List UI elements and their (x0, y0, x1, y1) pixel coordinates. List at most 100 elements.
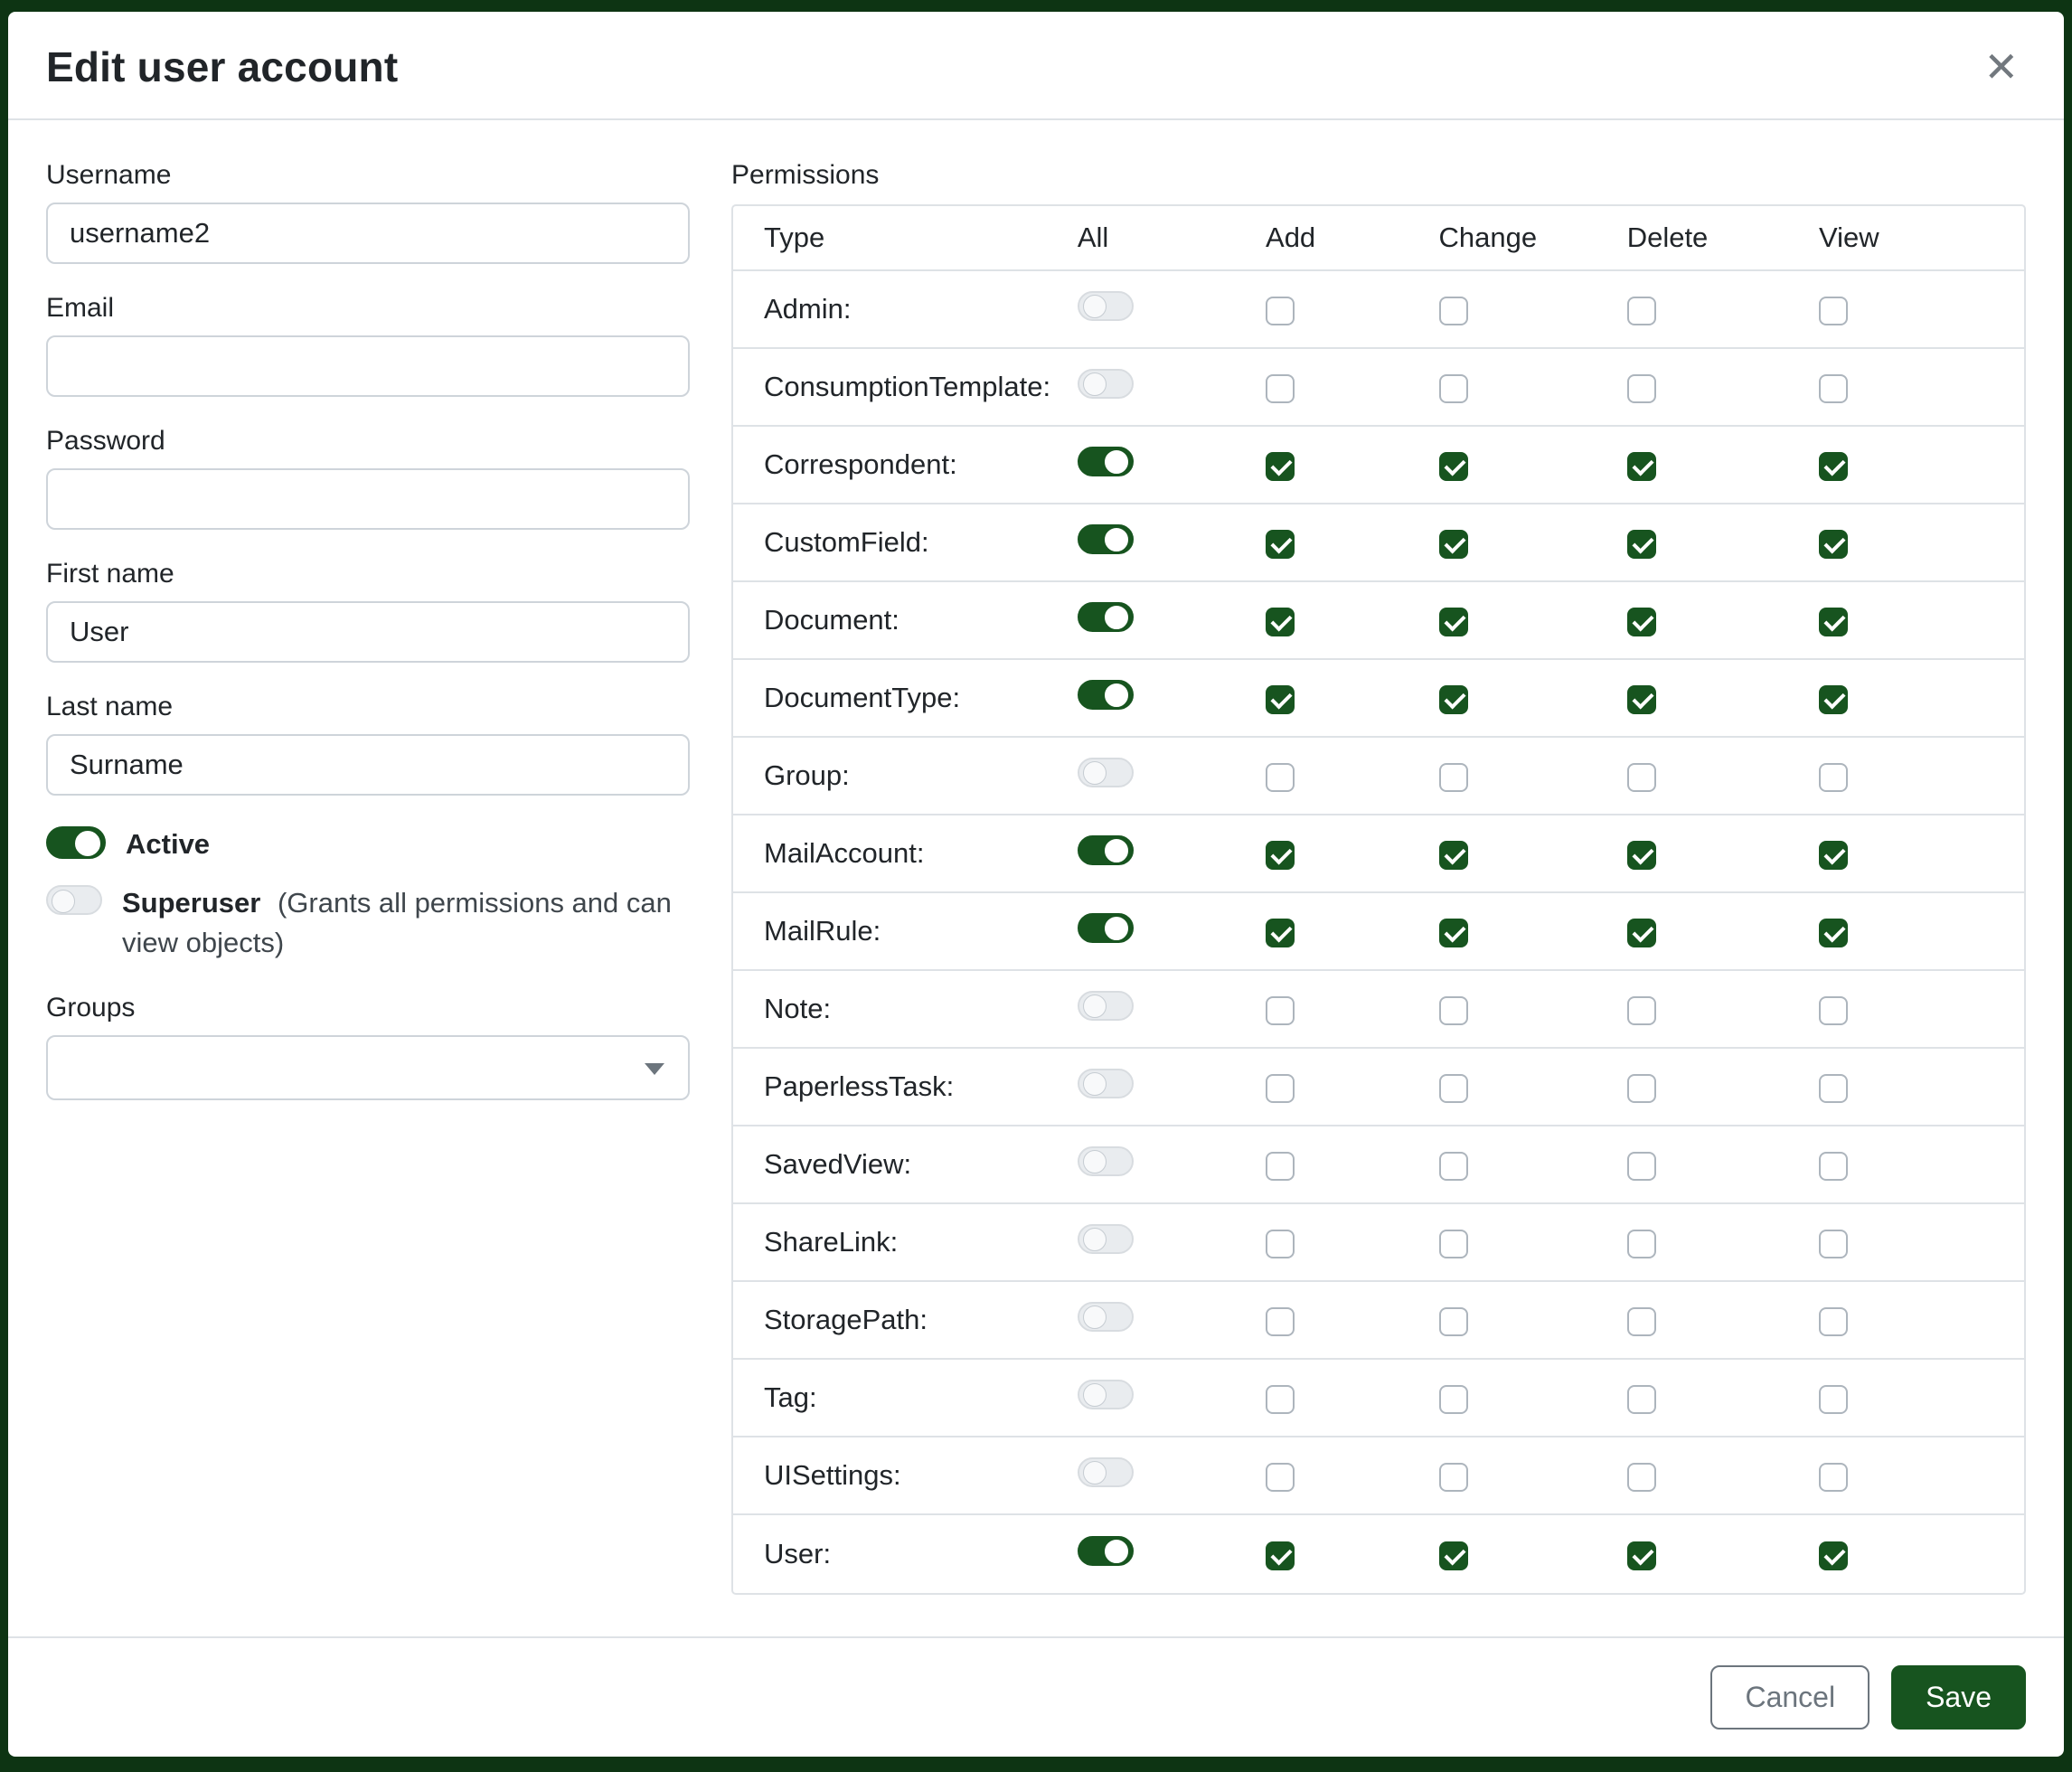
permission-view-checkbox[interactable] (1819, 608, 1848, 636)
permission-add-checkbox[interactable] (1266, 685, 1295, 714)
permission-add-checkbox[interactable] (1266, 1385, 1295, 1414)
permission-change-checkbox[interactable] (1439, 530, 1468, 559)
last-name-field[interactable] (46, 734, 690, 796)
permission-view-checkbox[interactable] (1819, 919, 1848, 947)
permission-add-checkbox[interactable] (1266, 1541, 1295, 1570)
permission-view-checkbox[interactable] (1819, 1230, 1848, 1258)
permission-view-checkbox[interactable] (1819, 1307, 1848, 1336)
permission-all-toggle[interactable] (1078, 913, 1134, 943)
permission-add-checkbox[interactable] (1266, 919, 1295, 947)
permission-change-checkbox[interactable] (1439, 608, 1468, 636)
chevron-down-icon (645, 1063, 664, 1075)
first-name-field[interactable] (46, 601, 690, 663)
permission-delete-checkbox[interactable] (1627, 1152, 1656, 1181)
permission-add-checkbox[interactable] (1266, 1152, 1295, 1181)
permission-add-checkbox[interactable] (1266, 1463, 1295, 1492)
permission-change-checkbox[interactable] (1439, 1307, 1468, 1336)
permission-add-checkbox[interactable] (1266, 1230, 1295, 1258)
permission-view-checkbox[interactable] (1819, 1074, 1848, 1103)
username-input[interactable] (46, 203, 690, 264)
permission-view-checkbox[interactable] (1819, 530, 1848, 559)
permission-view-checkbox[interactable] (1819, 1385, 1848, 1414)
permission-add-checkbox[interactable] (1266, 841, 1295, 870)
permission-view-checkbox[interactable] (1819, 685, 1848, 714)
permission-delete-checkbox[interactable] (1627, 297, 1656, 325)
permission-change-checkbox[interactable] (1439, 1385, 1468, 1414)
permission-change-checkbox[interactable] (1439, 1152, 1468, 1181)
permission-add-checkbox[interactable] (1266, 608, 1295, 636)
permission-view-checkbox[interactable] (1819, 1152, 1848, 1181)
permission-row: Correspondent: (733, 427, 2024, 504)
permission-all-toggle[interactable] (1078, 1302, 1134, 1332)
permission-all-toggle[interactable] (1078, 1069, 1134, 1098)
groups-select[interactable] (46, 1035, 690, 1100)
permission-delete-checkbox[interactable] (1627, 1230, 1656, 1258)
permissions-rows: Admin:ConsumptionTemplate:Correspondent:… (733, 271, 2024, 1593)
permission-change-checkbox[interactable] (1439, 1541, 1468, 1570)
permission-add-checkbox[interactable] (1266, 763, 1295, 792)
permission-change-checkbox[interactable] (1439, 374, 1468, 403)
permission-change-checkbox[interactable] (1439, 919, 1468, 947)
permission-all-toggle[interactable] (1078, 1457, 1134, 1487)
permission-all-toggle[interactable] (1078, 1380, 1134, 1409)
permission-add-checkbox[interactable] (1266, 297, 1295, 325)
permission-view-checkbox[interactable] (1819, 841, 1848, 870)
permission-delete-checkbox[interactable] (1627, 1385, 1656, 1414)
permission-view-checkbox[interactable] (1819, 374, 1848, 403)
permission-add-checkbox[interactable] (1266, 530, 1295, 559)
permission-all-toggle[interactable] (1078, 1224, 1134, 1254)
permission-delete-checkbox[interactable] (1627, 1074, 1656, 1103)
permission-delete-checkbox[interactable] (1627, 1463, 1656, 1492)
permission-delete-checkbox[interactable] (1627, 452, 1656, 481)
permission-add-checkbox[interactable] (1266, 374, 1295, 403)
permission-change-checkbox[interactable] (1439, 452, 1468, 481)
permission-delete-checkbox[interactable] (1627, 608, 1656, 636)
permission-change-checkbox[interactable] (1439, 685, 1468, 714)
save-button[interactable]: Save (1891, 1665, 2026, 1730)
permission-all-toggle[interactable] (1078, 1146, 1134, 1176)
modal-body: Username Email Password First name Last (8, 120, 2064, 1636)
permission-change-checkbox[interactable] (1439, 297, 1468, 325)
permission-view-checkbox[interactable] (1819, 1541, 1848, 1570)
permission-all-toggle[interactable] (1078, 291, 1134, 321)
permission-add-checkbox[interactable] (1266, 452, 1295, 481)
permission-add-checkbox[interactable] (1266, 1074, 1295, 1103)
permission-change-checkbox[interactable] (1439, 1074, 1468, 1103)
permission-change-checkbox[interactable] (1439, 841, 1468, 870)
permission-all-toggle[interactable] (1078, 680, 1134, 710)
permission-delete-checkbox[interactable] (1627, 1541, 1656, 1570)
permission-view-checkbox[interactable] (1819, 1463, 1848, 1492)
permission-delete-checkbox[interactable] (1627, 841, 1656, 870)
permission-change-checkbox[interactable] (1439, 996, 1468, 1025)
permission-all-toggle[interactable] (1078, 602, 1134, 632)
permission-all-toggle[interactable] (1078, 1536, 1134, 1566)
permission-delete-checkbox[interactable] (1627, 1307, 1656, 1336)
superuser-toggle[interactable] (46, 885, 102, 915)
permission-all-toggle[interactable] (1078, 758, 1134, 787)
active-toggle[interactable] (46, 826, 106, 859)
permission-all-toggle[interactable] (1078, 447, 1134, 476)
permission-change-checkbox[interactable] (1439, 1230, 1468, 1258)
permission-delete-checkbox[interactable] (1627, 530, 1656, 559)
permission-view-checkbox[interactable] (1819, 452, 1848, 481)
permission-change-checkbox[interactable] (1439, 763, 1468, 792)
permission-delete-checkbox[interactable] (1627, 763, 1656, 792)
permission-all-toggle[interactable] (1078, 524, 1134, 554)
permission-delete-checkbox[interactable] (1627, 685, 1656, 714)
permission-all-toggle[interactable] (1078, 991, 1134, 1021)
permission-delete-checkbox[interactable] (1627, 996, 1656, 1025)
cancel-button[interactable]: Cancel (1710, 1665, 1870, 1730)
permission-add-checkbox[interactable] (1266, 1307, 1295, 1336)
permission-change-checkbox[interactable] (1439, 1463, 1468, 1492)
email-field[interactable] (46, 335, 690, 397)
permission-view-checkbox[interactable] (1819, 996, 1848, 1025)
permission-all-toggle[interactable] (1078, 369, 1134, 399)
permission-all-toggle[interactable] (1078, 835, 1134, 865)
password-field[interactable] (46, 468, 690, 530)
permission-view-checkbox[interactable] (1819, 297, 1848, 325)
permission-delete-checkbox[interactable] (1627, 374, 1656, 403)
permission-delete-checkbox[interactable] (1627, 919, 1656, 947)
close-icon[interactable]: ✕ (1976, 42, 2026, 91)
permission-add-checkbox[interactable] (1266, 996, 1295, 1025)
permission-view-checkbox[interactable] (1819, 763, 1848, 792)
